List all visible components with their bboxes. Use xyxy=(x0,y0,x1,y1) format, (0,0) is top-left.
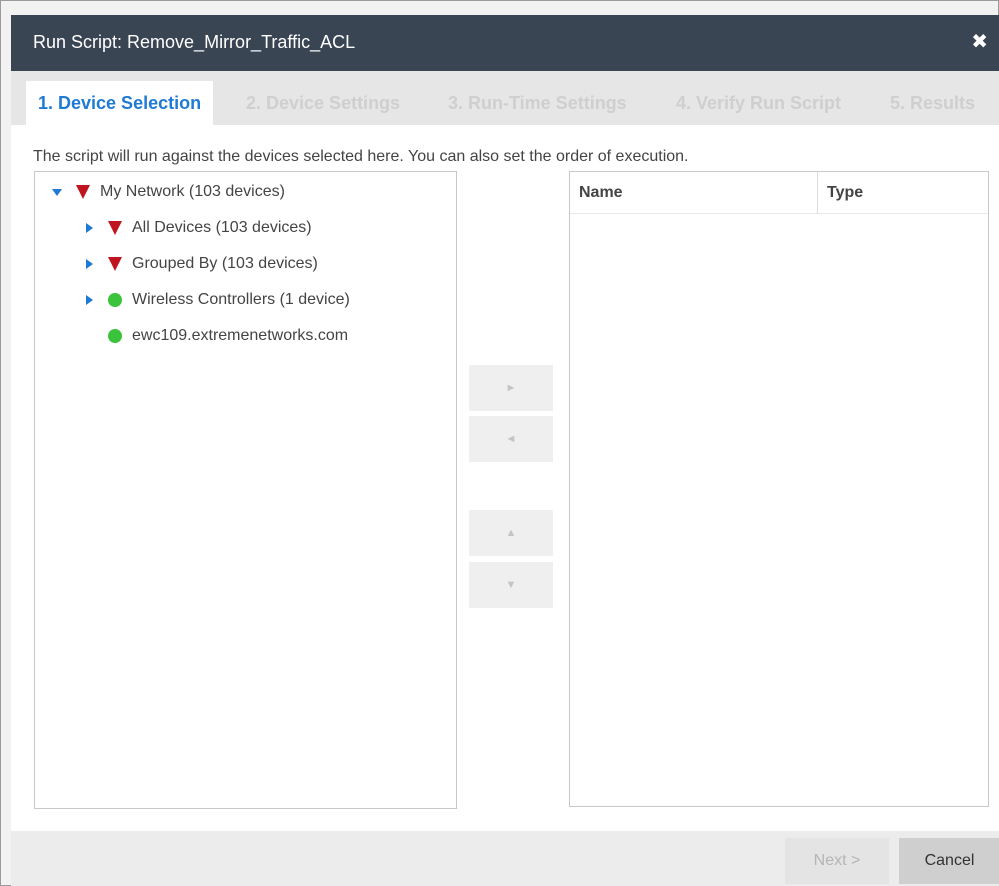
arrow-left-icon: ◄ xyxy=(505,433,517,445)
tree-item-my-network[interactable]: My Network (103 devices) xyxy=(50,180,285,204)
remove-device-button[interactable]: ◄ xyxy=(469,416,553,462)
add-device-button[interactable]: ► xyxy=(469,365,553,411)
dialog-title: Run Script: Remove_Mirror_Traffic_ACL xyxy=(33,32,356,52)
tree-item-label: Grouped By (103 devices) xyxy=(132,255,318,272)
column-header-name[interactable]: Name xyxy=(570,172,818,214)
tree-item-grouped-by[interactable]: Grouped By (103 devices) xyxy=(82,252,318,276)
expand-icon[interactable] xyxy=(82,221,96,235)
red-triangle-icon xyxy=(108,221,122,235)
run-script-dialog: Run Script: Remove_Mirror_Traffic_ACL ✖ … xyxy=(0,0,999,886)
tab-verify-run-script[interactable]: 4. Verify Run Script xyxy=(676,81,841,125)
arrow-right-icon: ► xyxy=(505,382,517,394)
grid-header: Name Type xyxy=(570,172,988,214)
tree-item-label: Wireless Controllers (1 device) xyxy=(132,291,350,308)
tree-item-all-devices[interactable]: All Devices (103 devices) xyxy=(82,216,312,240)
expand-icon[interactable] xyxy=(82,293,96,307)
move-down-button[interactable]: ▼ xyxy=(469,562,553,608)
instruction-text: The script will run against the devices … xyxy=(33,148,689,165)
tree-item-label: ewc109.extremenetworks.com xyxy=(132,327,349,344)
tree-item-wireless-controllers[interactable]: Wireless Controllers (1 device) xyxy=(82,288,350,312)
green-dot-icon xyxy=(108,293,122,307)
dialog-footer: Next > Cancel xyxy=(11,831,999,886)
tab-run-time-settings[interactable]: 3. Run-Time Settings xyxy=(448,81,627,125)
arrow-down-icon: ▼ xyxy=(505,579,517,591)
column-header-type[interactable]: Type xyxy=(818,172,988,214)
tab-device-selection[interactable]: 1. Device Selection xyxy=(26,81,214,125)
dialog-titlebar: Run Script: Remove_Mirror_Traffic_ACL ✖ xyxy=(11,15,999,71)
expand-icon[interactable] xyxy=(50,185,64,199)
next-button[interactable]: Next > xyxy=(785,838,889,884)
red-triangle-icon xyxy=(108,257,122,271)
device-tree[interactable]: My Network (103 devices) All Devices (10… xyxy=(34,171,457,809)
green-dot-icon xyxy=(108,329,122,343)
wizard-content: The script will run against the devices … xyxy=(11,125,999,831)
tree-item-label: My Network (103 devices) xyxy=(100,183,285,200)
move-up-button[interactable]: ▲ xyxy=(469,510,553,556)
red-triangle-icon xyxy=(76,185,90,199)
selected-devices-grid[interactable]: Name Type xyxy=(569,171,989,807)
tab-device-settings[interactable]: 2. Device Settings xyxy=(246,81,400,125)
cancel-button[interactable]: Cancel xyxy=(899,838,999,884)
tab-results[interactable]: 5. Results xyxy=(890,81,975,125)
close-icon[interactable]: ✖ xyxy=(971,32,988,52)
tree-item-ewc109[interactable]: ewc109.extremenetworks.com xyxy=(82,324,348,348)
expand-icon[interactable] xyxy=(82,257,96,271)
arrow-up-icon: ▲ xyxy=(505,527,517,539)
tree-item-label: All Devices (103 devices) xyxy=(132,219,312,236)
wizard-tabs: 1. Device Selection 2. Device Settings 3… xyxy=(11,71,999,125)
